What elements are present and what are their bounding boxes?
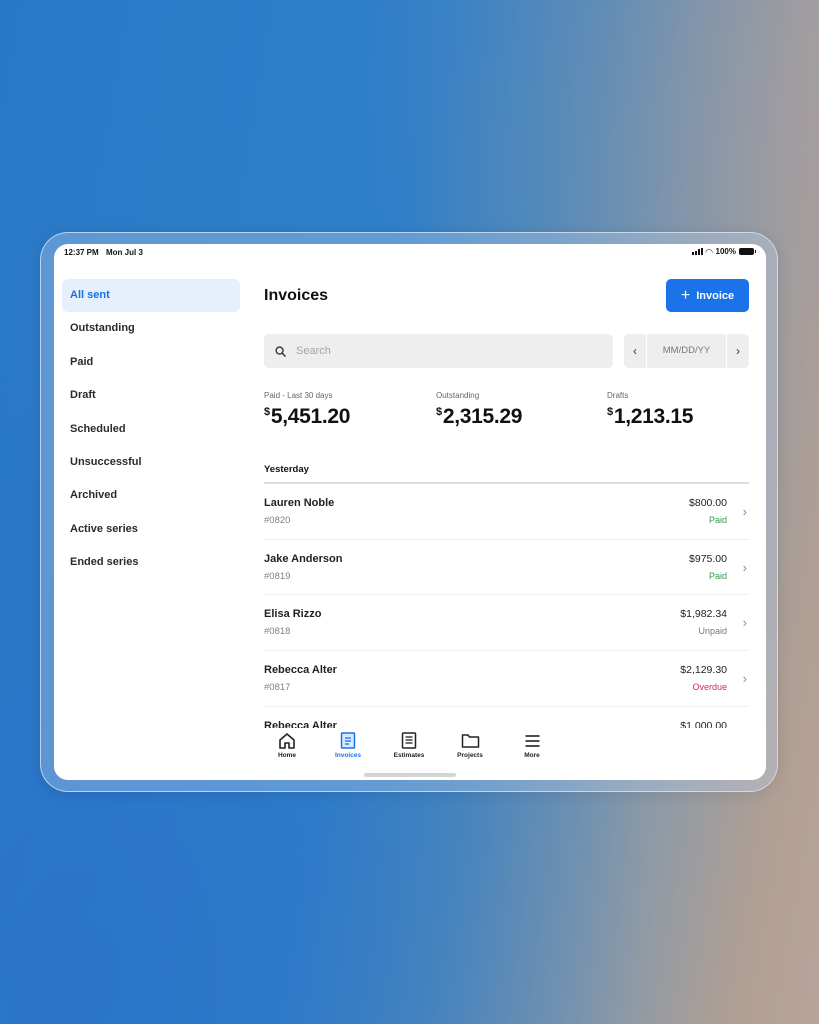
invoice-amount: $800.00 xyxy=(689,497,727,509)
status-bar: 12:37 PM Mon Jul 3 ◠ 100% xyxy=(54,244,766,260)
client-name: Jake Anderson xyxy=(264,552,343,565)
search-icon xyxy=(275,345,286,357)
invoice-row[interactable]: Rebecca Alter #0817 $2,129.30 Overdue › xyxy=(264,651,749,707)
tablet-screen: 12:37 PM Mon Jul 3 ◠ 100% All sent Outst… xyxy=(54,244,766,780)
tab-label: Home xyxy=(277,752,297,759)
plus-icon: + xyxy=(680,286,691,304)
status-date: Mon Jul 3 xyxy=(106,248,143,257)
new-invoice-button[interactable]: + Invoice xyxy=(666,279,749,312)
date-filter: ‹ MM/DD/YY › xyxy=(624,334,749,368)
sidebar-item-active-series[interactable]: Active series xyxy=(62,513,240,546)
new-invoice-label: Invoice xyxy=(696,289,735,302)
battery-icon xyxy=(739,248,756,255)
tab-home[interactable]: Home xyxy=(257,732,317,759)
search-input[interactable] xyxy=(296,345,576,357)
tab-more[interactable]: More xyxy=(502,732,562,759)
stat-value: $1,213.15 xyxy=(607,405,694,428)
chevron-right-icon: › xyxy=(742,559,747,575)
client-name: Rebecca Alter xyxy=(264,719,337,728)
home-icon xyxy=(279,733,295,749)
invoice-number: #0818 xyxy=(264,626,291,638)
sidebar-item-ended-series[interactable]: Ended series xyxy=(62,546,240,579)
tab-label: Estimates xyxy=(393,752,425,759)
sidebar-item-outstanding[interactable]: Outstanding xyxy=(62,312,240,345)
chevron-right-icon: › xyxy=(742,615,747,631)
invoice-status: Unpaid xyxy=(698,626,727,637)
date-next-button[interactable]: › xyxy=(727,334,749,368)
sidebar: All sent Outstanding Paid Draft Schedule… xyxy=(62,279,240,580)
sidebar-item-paid[interactable]: Paid xyxy=(62,346,240,379)
date-prev-button[interactable]: ‹ xyxy=(624,334,646,368)
invoice-icon xyxy=(340,732,356,749)
stat-outstanding: Outstanding $2,315.29 xyxy=(436,391,522,429)
menu-icon xyxy=(525,735,539,747)
tab-estimates[interactable]: Estimates xyxy=(379,732,439,759)
invoice-row[interactable]: Rebecca Alter $1,000.00 xyxy=(264,707,749,728)
stat-drafts: Drafts $1,213.15 xyxy=(607,391,693,429)
page-title: Invoices xyxy=(264,287,329,304)
stat-value: $5,451.20 xyxy=(264,405,351,428)
sidebar-item-archived[interactable]: Archived xyxy=(62,479,240,512)
invoice-status: Paid xyxy=(708,570,727,581)
estimate-icon xyxy=(401,732,417,749)
chevron-right-icon: › xyxy=(742,671,747,687)
sidebar-item-all-sent[interactable]: All sent xyxy=(62,279,240,313)
stat-label: Drafts xyxy=(607,391,629,400)
wifi-icon: ◠ xyxy=(705,246,713,257)
status-indicators: ◠ 100% xyxy=(691,246,756,257)
invoice-list: Lauren Noble #0820 $800.00 Paid › Jake A… xyxy=(264,484,749,728)
invoice-row[interactable]: Elisa Rizzo #0818 $1,982.34 Unpaid › xyxy=(264,595,749,652)
stat-paid-last-30-days: Paid - Last 30 days $5,451.20 xyxy=(264,391,350,429)
sidebar-item-draft[interactable]: Draft xyxy=(62,379,240,412)
invoice-amount: $2,129.30 xyxy=(680,664,727,677)
tab-label: Invoices xyxy=(334,752,361,759)
client-name: Rebecca Alter xyxy=(264,664,337,677)
invoice-status: Overdue xyxy=(692,682,727,693)
invoice-status: Paid xyxy=(708,515,727,525)
invoice-number: #0817 xyxy=(264,682,291,694)
stat-label: Paid - Last 30 days xyxy=(264,391,333,400)
stat-label: Outstanding xyxy=(436,391,480,400)
status-time: 12:37 PM xyxy=(64,248,99,257)
section-heading: Yesterday xyxy=(264,464,309,475)
sidebar-item-scheduled[interactable]: Scheduled xyxy=(62,413,240,446)
chevron-right-icon: › xyxy=(742,504,747,519)
search-bar xyxy=(264,334,613,368)
tab-projects[interactable]: Projects xyxy=(440,732,500,759)
tab-label: More xyxy=(524,752,540,759)
signal-icon xyxy=(691,248,703,255)
folder-icon xyxy=(461,734,479,748)
invoice-amount: $1,982.34 xyxy=(680,608,727,621)
tab-invoices[interactable]: Invoices xyxy=(318,732,378,759)
tab-label: Projects xyxy=(457,752,483,759)
sidebar-item-unsuccessful[interactable]: Unsuccessful xyxy=(62,446,240,479)
home-indicator[interactable] xyxy=(364,773,456,777)
invoice-amount: $975.00 xyxy=(689,552,727,565)
battery-percent: 100% xyxy=(715,247,736,256)
date-input[interactable]: MM/DD/YY xyxy=(646,334,727,368)
invoice-row[interactable]: Jake Anderson #0819 $975.00 Paid › xyxy=(264,540,749,596)
client-name: Lauren Noble xyxy=(264,497,335,509)
invoice-row[interactable]: Lauren Noble #0820 $800.00 Paid › xyxy=(264,484,749,540)
client-name: Elisa Rizzo xyxy=(264,608,322,621)
invoice-number: #0819 xyxy=(264,570,291,582)
invoice-amount: $1,000.00 xyxy=(680,719,727,728)
stat-value: $2,315.29 xyxy=(436,405,523,428)
invoice-number: #0820 xyxy=(264,515,291,526)
